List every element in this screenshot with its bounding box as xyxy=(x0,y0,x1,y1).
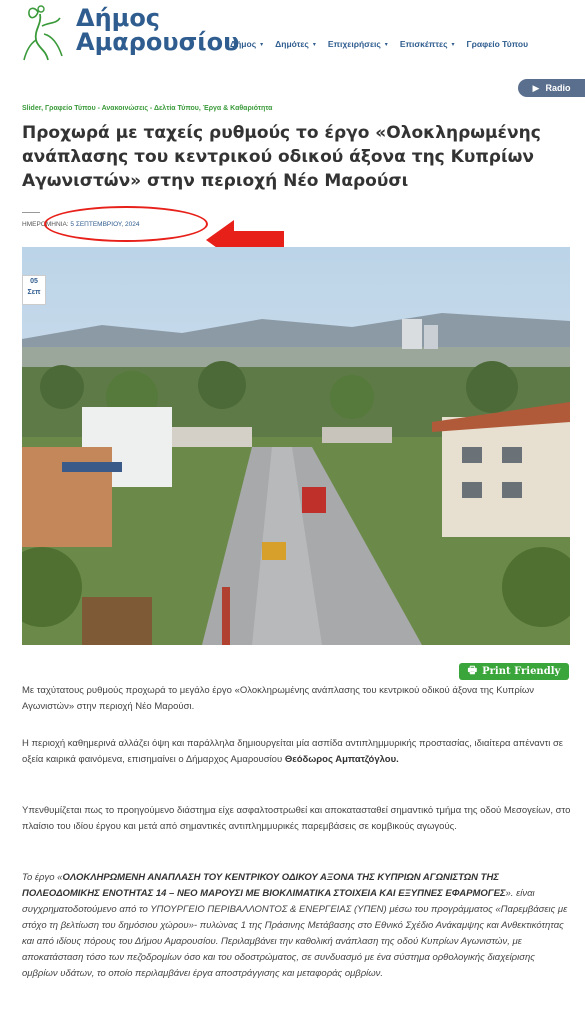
print-friendly-button[interactable]: 🖶 Print Friendly xyxy=(459,663,569,680)
logo-line1: Δήμος xyxy=(76,4,161,32)
chevron-down-icon: ▾ xyxy=(384,41,388,48)
chevron-down-icon: ▾ xyxy=(451,41,455,48)
municipality-logo-icon[interactable] xyxy=(20,4,68,64)
article-photo[interactable] xyxy=(22,247,570,645)
nav-label: Δημότες xyxy=(275,39,309,49)
radio-label: Radio xyxy=(545,83,571,93)
article-paragraph-2: Η περιοχή καθημερινά αλλάζει όψη και παρ… xyxy=(22,736,572,768)
printer-icon: 🖶 xyxy=(467,665,478,676)
nav-item-dimotes[interactable]: Δημότες ▾ xyxy=(275,39,316,49)
mayor-name: Θεόδωρος Αμπατζόγλου. xyxy=(284,754,399,765)
paragraph-4-rest: ». είναι συγχρηματοδοτούμενο από το ΥΠΟΥ… xyxy=(22,888,568,979)
radio-button[interactable]: ▶ Radio xyxy=(518,79,585,97)
divider xyxy=(22,212,40,213)
chevron-down-icon: ▾ xyxy=(312,41,316,48)
site-header: Δήμος Αμαρουσίου Δήμος ▾ Δημότες ▾ Επιχειρ… xyxy=(0,0,585,80)
nav-label: Δήμος xyxy=(230,39,257,49)
construction-photo-icon xyxy=(22,247,570,645)
article-paragraph-3: Υπενθυμίζεται πως το προηγούμενο διάστημ… xyxy=(22,805,571,832)
chevron-down-icon: ▾ xyxy=(260,41,264,48)
main-nav: Δήμος ▾ Δημότες ▾ Επιχειρήσεις ▾ Επισκέπτες… xyxy=(230,39,528,49)
nav-label: Επισκέπτες xyxy=(399,39,448,49)
nav-item-epixeiriseis[interactable]: Επιχειρήσεις ▾ xyxy=(328,39,388,49)
site-logo-text[interactable]: Δήμος Αμαρουσίου xyxy=(76,6,239,54)
badge-month: Σεπ xyxy=(27,289,41,296)
nav-label: Επιχειρήσεις xyxy=(327,39,381,49)
nav-item-grafeio-typou[interactable]: Γραφείο Τύπου xyxy=(467,39,529,49)
nav-item-dimos[interactable]: Δήμος ▾ xyxy=(230,39,263,49)
article-paragraph-4: Το έργο «ΟΛΟΚΛΗΡΩΜΕΝΗ ΑΝΑΠΛΑΣΗ ΤΟΥ ΚΕΝΤΡ… xyxy=(22,870,572,982)
print-friendly-label: Print Friendly xyxy=(482,666,561,677)
play-icon: ▶ xyxy=(532,82,540,93)
date-badge: 05 Σεπ xyxy=(22,275,46,305)
nav-item-episkeptes[interactable]: Επισκέπτες ▾ xyxy=(400,39,455,49)
article-title: Προχωρά με ταχείς ρυθμούς το έργο «Ολοκλ… xyxy=(22,123,541,191)
nav-label: Γραφείο Τύπου xyxy=(466,39,529,49)
logo-line2: Αμαρουσίου xyxy=(76,28,240,56)
project-name: ΟΛΟΚΛΗΡΩΜΕΝΗ ΑΝΑΠΛΑΣΗ ΤΟΥ ΚΕΝΤΡΙΚΟΥ ΟΔΙΚ… xyxy=(22,872,506,899)
annotation-circle xyxy=(44,206,208,242)
badge-day: 05 xyxy=(30,278,38,285)
paragraph-4-intro: Το έργο « xyxy=(22,872,63,883)
article-categories[interactable]: Slider, Γραφείο Τύπου - Ανακοινώσεις - Δ… xyxy=(22,105,272,112)
article-paragraph-1: Με ταχύτατους ρυθμούς προχωρά το μεγάλο … xyxy=(22,685,535,712)
